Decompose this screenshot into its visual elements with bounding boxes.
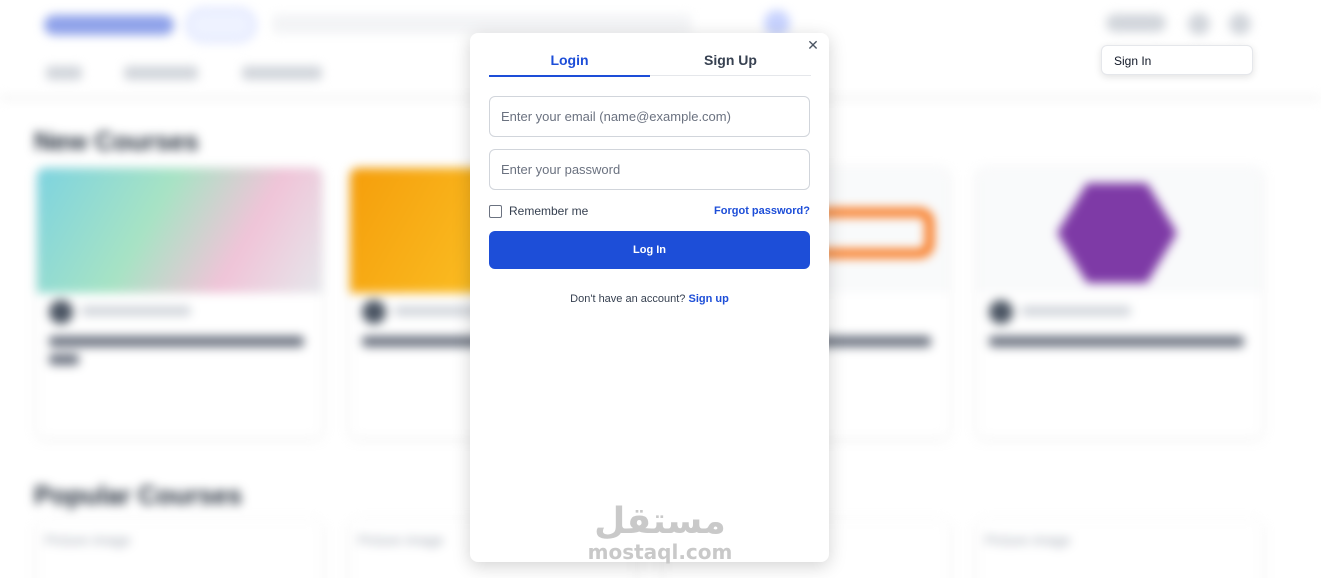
tab-login[interactable]: Login <box>489 52 650 77</box>
signup-prompt: Don't have an account? <box>570 293 686 305</box>
login-modal: ✕ Login Sign Up Remember me Forgot passw… <box>470 33 829 564</box>
picture-placeholder: Picture image <box>985 532 1071 548</box>
c-language-logo-image <box>977 168 1262 293</box>
avatar <box>49 300 73 324</box>
signup-prompt-row: Don't have an account? Sign up <box>470 293 829 305</box>
popular-card: Picture image <box>977 520 1262 578</box>
sql-logo-shape <box>814 208 934 258</box>
course-card <box>977 168 1262 438</box>
remember-me-checkbox[interactable] <box>489 204 502 218</box>
search-input <box>272 14 692 34</box>
nav-item-learning <box>124 66 198 80</box>
picture-placeholder: Picture image <box>45 532 131 548</box>
site-logo <box>44 15 174 35</box>
avatar <box>362 300 386 324</box>
watermark: مستقل mostaql.com <box>580 501 740 564</box>
close-icon[interactable]: ✕ <box>805 37 821 53</box>
cart-icon <box>1188 13 1210 35</box>
nav-item-home <box>46 66 82 80</box>
popular-card: Picture image <box>37 520 322 578</box>
password-field[interactable] <box>489 149 810 190</box>
remember-me[interactable]: Remember me <box>489 204 588 218</box>
forgot-password-link[interactable]: Forgot password? <box>714 205 810 217</box>
avatar <box>989 300 1013 324</box>
colorful-blob-image <box>37 168 322 293</box>
card-title-line <box>49 336 304 347</box>
card-title-line <box>989 336 1244 347</box>
picture-placeholder: Picture image <box>358 532 444 548</box>
tab-sign-up[interactable]: Sign Up <box>650 52 811 76</box>
login-button[interactable]: Log In <box>489 231 810 269</box>
popular-courses-title: Popular Courses <box>34 480 243 510</box>
sign-in-menu-item[interactable]: Sign In <box>1101 45 1253 75</box>
remember-me-label: Remember me <box>509 204 589 218</box>
language-selector <box>1106 14 1166 32</box>
logo-badge <box>186 8 256 42</box>
signup-link[interactable]: Sign up <box>688 293 728 305</box>
card-title-line <box>49 354 79 365</box>
new-courses-title: New Courses <box>34 126 199 156</box>
card-meta <box>1021 306 1131 316</box>
course-card <box>37 168 322 438</box>
watermark-latin: mostaql.com <box>587 540 733 564</box>
card-meta <box>81 306 191 316</box>
watermark-arabic: مستقل <box>594 501 726 542</box>
auth-tabs: Login Sign Up <box>489 52 811 77</box>
email-field[interactable] <box>489 96 810 137</box>
c-logo-hexagon <box>1057 183 1177 283</box>
nav-item-guide <box>242 66 322 80</box>
user-icon <box>1229 13 1251 35</box>
